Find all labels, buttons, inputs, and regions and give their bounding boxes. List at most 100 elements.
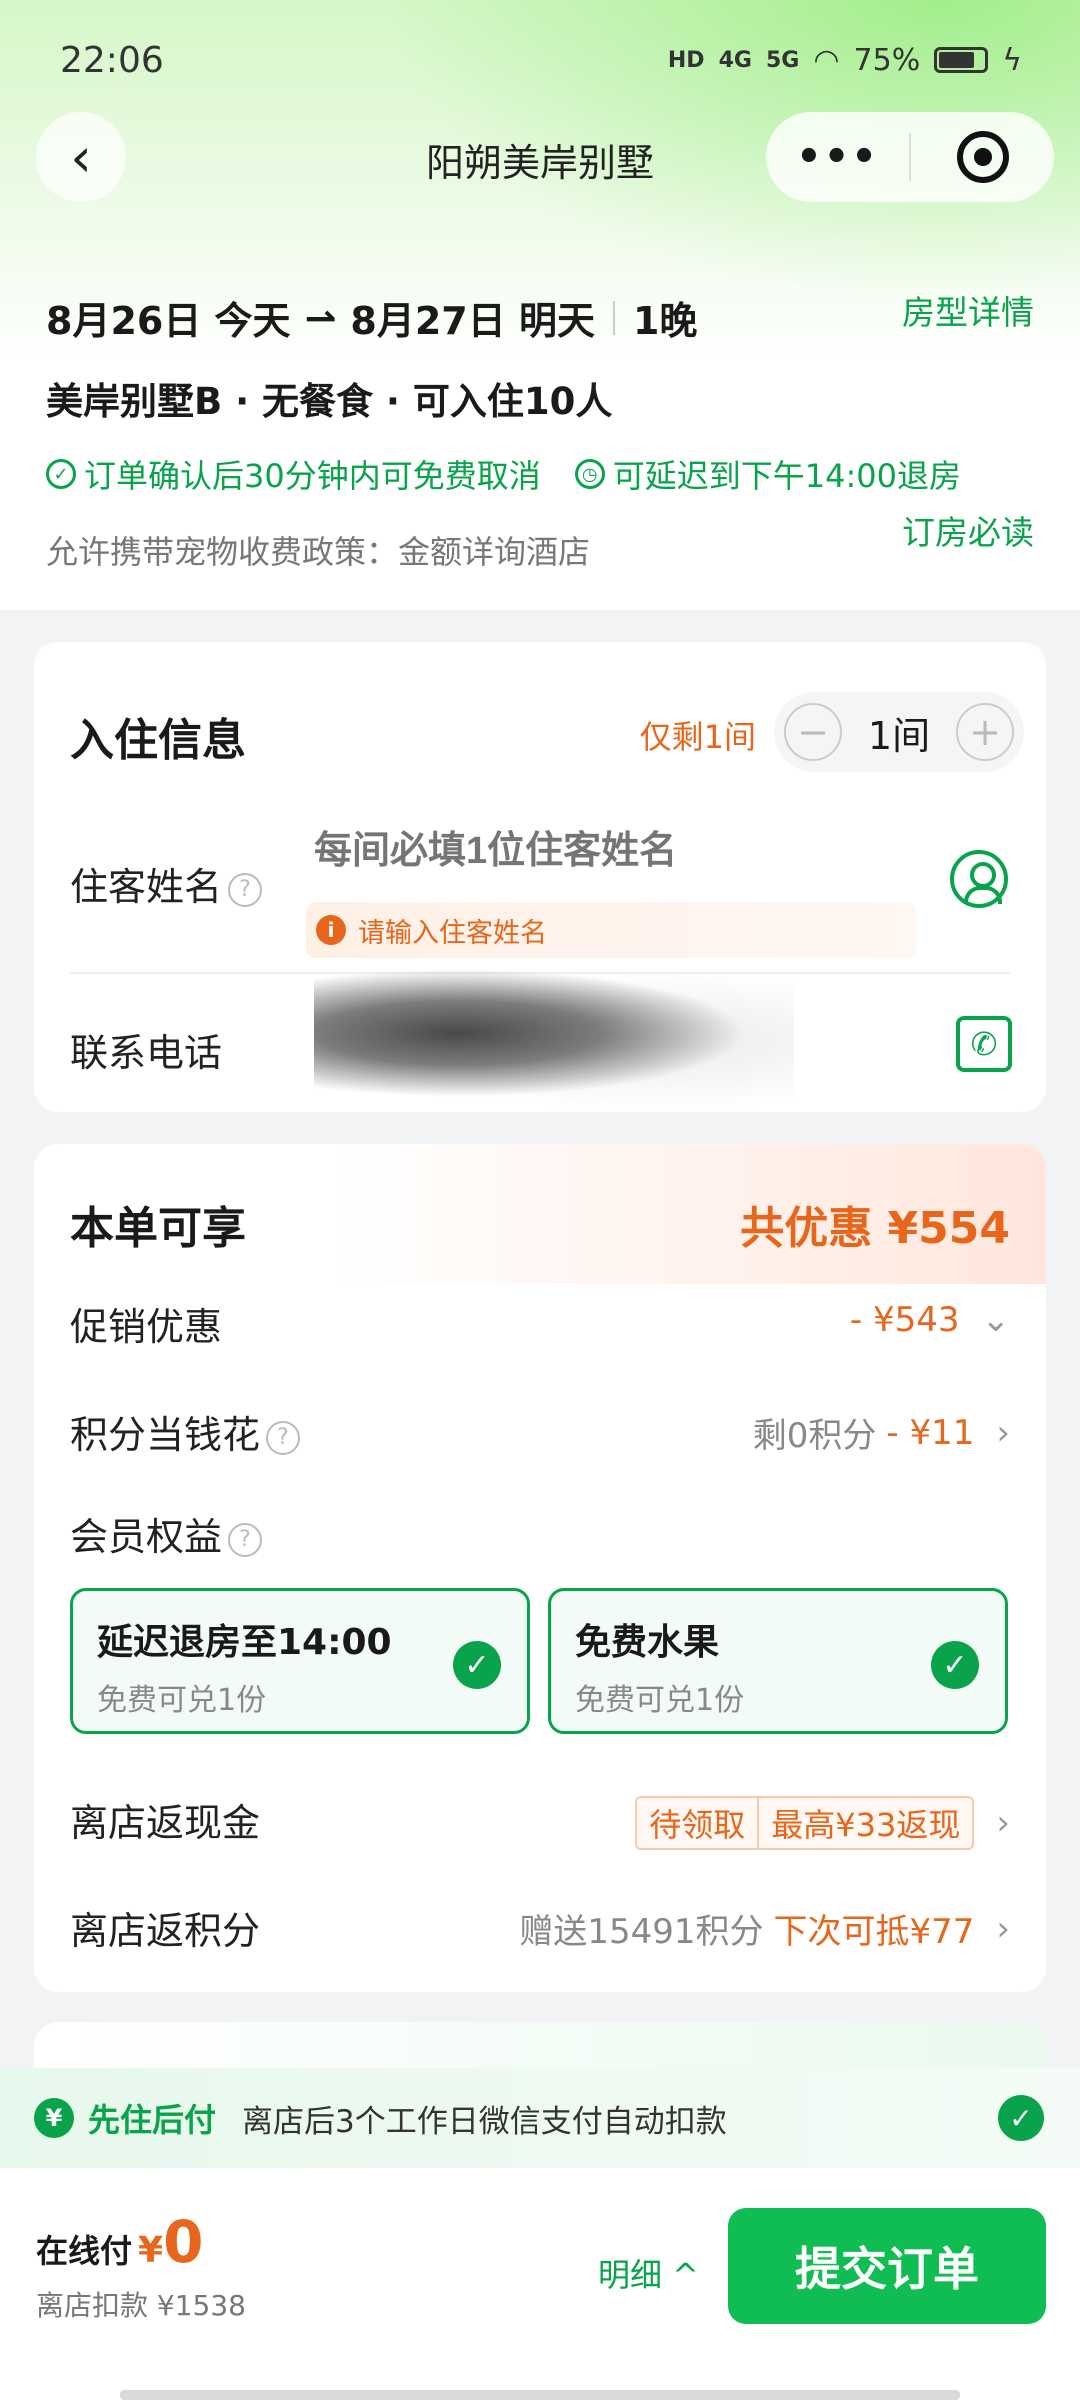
battery-level: 75% (853, 42, 921, 78)
more-button[interactable]: ••• (766, 134, 909, 180)
late-checkout-policy: 可延迟到下午14:00退房 (612, 457, 961, 495)
total-saving: 共优惠 ¥554 (740, 1203, 1010, 1254)
close-miniprogram-button[interactable] (911, 131, 1054, 183)
points-label: 积分当钱花 (70, 1413, 261, 1457)
benefit-title: 免费水果 (575, 1622, 720, 1663)
status-bar: 22:06 HD 4G 5G ◠ 75% ϟ (0, 0, 1080, 120)
cashback-value-wrap: 待领取 最高¥33返现 › (635, 1796, 1010, 1850)
arrow-icon: ⇀ (304, 295, 337, 340)
phone-input-redacted[interactable] (314, 958, 794, 1108)
help-icon[interactable]: ? (228, 872, 263, 907)
points-back-row[interactable]: 离店返积分 赠送15491积分 下次可抵¥77 › (34, 1900, 1046, 1960)
benefit-late-checkout[interactable]: 延迟退房至14:00 免费可兑1份 ✓ (70, 1588, 530, 1734)
chevron-right-icon: › (996, 1803, 1010, 1843)
cancel-policy: 订单确认后30分钟内可免费取消 (84, 457, 541, 495)
contact-picker-icon[interactable] (950, 850, 1008, 908)
5g-signal-icon: 5G (765, 47, 800, 73)
guest-name-input[interactable] (314, 830, 914, 873)
checkin-info-title: 入住信息 (70, 715, 246, 766)
online-amount: 0 (163, 2208, 204, 2276)
guest-name-label: 住客姓名? (70, 856, 263, 911)
checkin-date: 8月26日 今天 (46, 299, 291, 343)
miniprogram-capsule: ••• (766, 112, 1054, 202)
points-value-wrap: 剩0积分 - ¥11 › (753, 1408, 1010, 1457)
policy-line: ✓ 订单确认后30分钟内可免费取消 ◷ 可延迟到下午14:00退房 (46, 451, 1036, 497)
cashback-status: 待领取 (649, 1806, 746, 1844)
help-icon[interactable]: ? (228, 1522, 263, 1557)
member-label-wrap: 会员权益? (70, 1506, 263, 1561)
cashback-row[interactable]: 离店返现金 待领取 最高¥33返现 › (34, 1792, 1046, 1852)
member-label: 会员权益 (70, 1515, 223, 1559)
wifi-icon: ◠ (813, 42, 840, 78)
room-type-details-link[interactable]: 房型详情 (902, 286, 1034, 334)
home-indicator (120, 2390, 960, 2400)
store-deduction: 离店扣款 ¥1538 (36, 2289, 246, 2322)
check-icon: ✓ (453, 1641, 501, 1689)
cashback-tag: 待领取 最高¥33返现 (635, 1796, 975, 1850)
points-label-wrap: 积分当钱花? (70, 1404, 301, 1459)
pay-later-desc: 离店后3个工作日微信支付自动扣款 (242, 2103, 727, 2140)
promo-value-wrap: - ¥543 ⌄ (850, 1300, 1010, 1340)
benefit-title: 延迟退房至14:00 (97, 1622, 392, 1663)
cashback-label: 离店返现金 (70, 1801, 261, 1845)
phone-label: 联系电话 (70, 1031, 223, 1075)
clock: 22:06 (60, 39, 164, 81)
online-label: 在线付 (36, 2232, 133, 2270)
rooms-remaining: 仅剩1间 (639, 718, 756, 756)
points-row[interactable]: 积分当钱花? 剩0积分 - ¥11 › (34, 1404, 1046, 1464)
date-line: 8月26日 今天 ⇀ 8月27日 明天 1晚 (46, 290, 1036, 345)
decrease-button[interactable]: − (784, 703, 842, 761)
clock-icon: ◷ (574, 459, 605, 489)
check-circle-icon: ✓ (46, 459, 76, 489)
currency-symbol: ¥ (138, 2230, 164, 2271)
points-gift: 赠送15491积分 (519, 1912, 764, 1952)
discounts-card: 本单可享 共优惠 ¥554 促销优惠 - ¥543 ⌄ 积分当钱花? 剩0积分 … (34, 1144, 1046, 1992)
checkout-date: 8月27日 明天 (350, 299, 595, 343)
phone-book-icon[interactable]: ✆ (956, 1016, 1012, 1072)
chevron-right-icon: › (996, 1908, 1010, 1949)
4g-signal-icon: 4G (718, 47, 752, 73)
room-quantity-stepper: − 1间 + (774, 692, 1024, 772)
cashback-max: 最高¥33返现 (771, 1806, 961, 1844)
promo-row[interactable]: 促销优惠 - ¥543 ⌄ (34, 1296, 1046, 1356)
price-detail-button[interactable]: 明细 ^ (598, 2250, 699, 2296)
chevron-down-icon: ⌄ (981, 1300, 1011, 1340)
benefit-sub: 免费可兑1份 (575, 1683, 745, 1718)
submit-order-button[interactable]: 提交订单 (728, 2208, 1046, 2324)
online-payment: 在线付 ¥ 0 (36, 2208, 203, 2276)
info-icon: i (316, 915, 346, 945)
room-description: 美岸别墅B · 无餐食 · 可入住10人 (46, 380, 613, 423)
hd-icon: HD (667, 47, 705, 73)
points-back-value-wrap: 赠送15491积分 下次可抵¥77 › (519, 1904, 1010, 1953)
check-icon[interactable]: ✓ (998, 2095, 1044, 2141)
discounts-title: 本单可享 (70, 1203, 246, 1254)
promo-label: 促销优惠 (70, 1305, 223, 1349)
pet-policy: 允许携带宠物收费政策：金额详询酒店 (46, 533, 591, 571)
navigation-bar: ‹ 阳朔美岸别墅 ••• (0, 112, 1080, 212)
benefit-free-fruit[interactable]: 免费水果 免费可兑1份 ✓ (548, 1588, 1008, 1734)
charging-icon: ϟ (1002, 42, 1022, 78)
bottom-bar: 在线付 ¥ 0 离店扣款 ¥1538 明细 ^ 提交订单 (0, 2168, 1080, 2400)
pay-later-banner[interactable]: ¥ 先住后付 离店后3个工作日微信支付自动扣款 ✓ (0, 2068, 1080, 2168)
points-back-label: 离店返积分 (70, 1909, 261, 1953)
chevron-right-icon: › (996, 1412, 1010, 1453)
nights: 1晚 (632, 299, 698, 343)
guest-name-warning-text: 请输入住客姓名 (358, 917, 547, 949)
member-row: 会员权益? (34, 1506, 1046, 1566)
date-divider (612, 300, 615, 335)
guest-name-label-text: 住客姓名 (70, 865, 223, 909)
points-value: - ¥11 (886, 1412, 975, 1453)
check-icon: ✓ (931, 1641, 979, 1689)
increase-button[interactable]: + (956, 703, 1014, 761)
benefit-sub: 免费可兑1份 (97, 1683, 267, 1718)
pay-later-title: 先住后付 (88, 2101, 217, 2139)
battery-icon (934, 47, 989, 73)
points-back-value: 下次可抵¥77 (773, 1912, 975, 1952)
room-count: 1间 (867, 713, 931, 758)
status-icons: HD 4G 5G ◠ 75% ϟ (668, 43, 1022, 78)
booking-notice-link[interactable]: 订房必读 (902, 506, 1034, 554)
guest-name-warning: i 请输入住客姓名 (306, 902, 916, 958)
points-left: 剩0积分 (752, 1416, 877, 1456)
help-icon[interactable]: ? (266, 1420, 301, 1455)
checkin-info-card: 入住信息 仅剩1间 − 1间 + 住客姓名? i 请输入住客姓名 联系电话 ✆ (34, 642, 1046, 1112)
